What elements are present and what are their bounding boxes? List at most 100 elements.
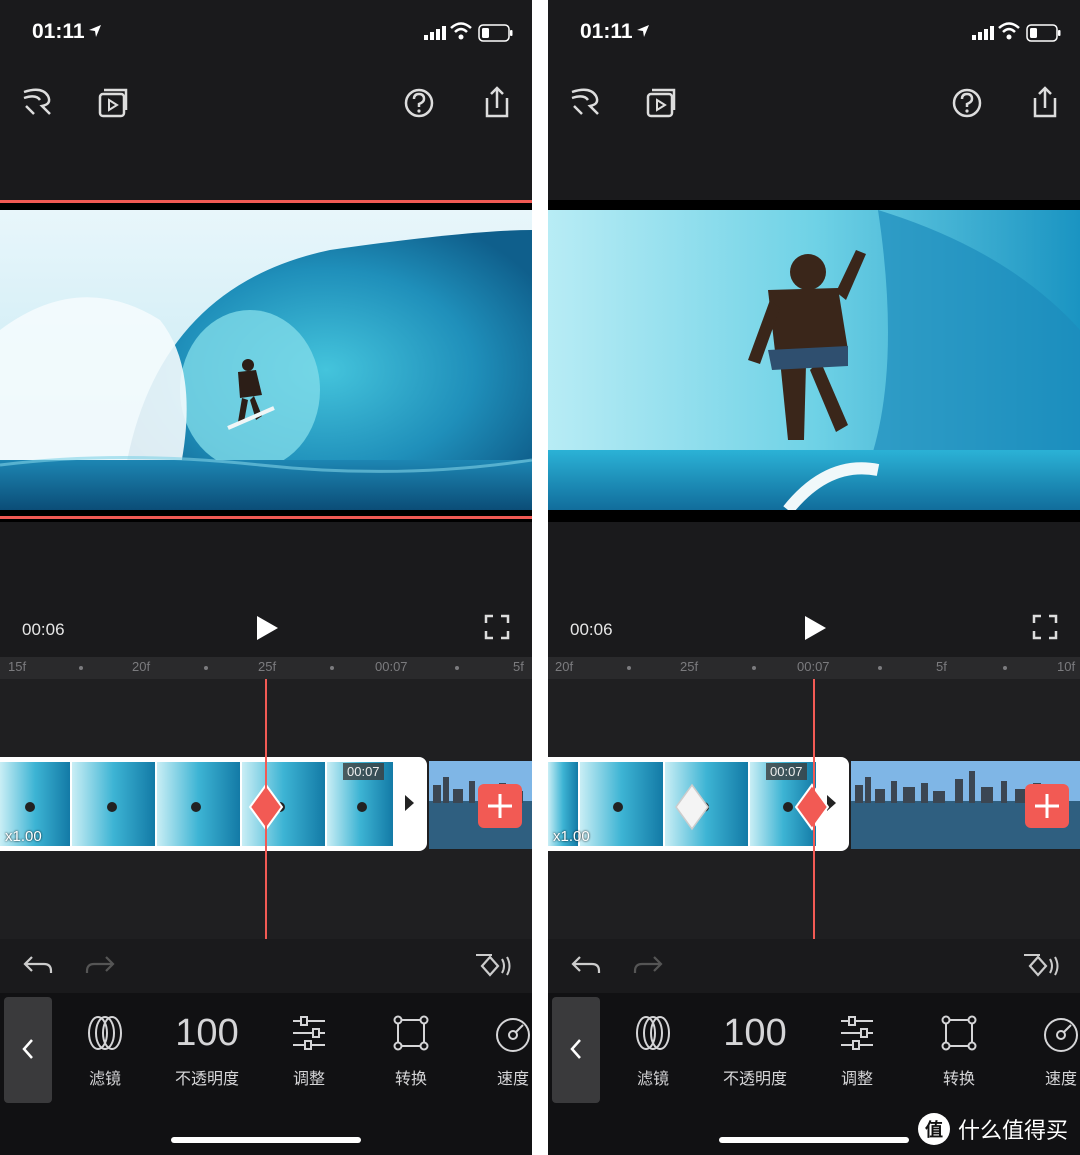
undo-icon[interactable] xyxy=(22,953,54,984)
opacity-value: 100 xyxy=(175,1012,239,1054)
tool-filter[interactable]: 滤镜 xyxy=(60,1007,150,1089)
keyframe-toggle-icon[interactable] xyxy=(1022,951,1062,986)
ruler-label: 20f xyxy=(555,659,574,674)
tool-adjust[interactable]: 调整 xyxy=(264,1007,354,1089)
selected-clip[interactable]: x1.00 00:07 xyxy=(0,757,427,851)
add-clip-button[interactable] xyxy=(1025,784,1069,828)
status-time: 01:11 xyxy=(580,20,633,43)
location-icon xyxy=(88,24,102,43)
clip-time-badge: 00:07 xyxy=(766,763,807,780)
tool-speed[interactable]: 速度 xyxy=(1016,1007,1080,1089)
clip-thumbnails xyxy=(0,762,393,846)
tool-opacity[interactable]: 100 不透明度 xyxy=(162,1007,252,1089)
tool-filter[interactable]: 滤镜 xyxy=(608,1007,698,1089)
add-clip-button[interactable] xyxy=(478,784,522,828)
video-preview[interactable] xyxy=(548,200,1080,522)
tool-label: 转换 xyxy=(942,1071,975,1088)
top-toolbar xyxy=(548,64,1080,204)
location-icon xyxy=(636,24,650,43)
ruler-dot xyxy=(1003,666,1007,670)
timeline-track[interactable]: x1.00 00:07 xyxy=(548,679,1080,939)
clip-end-arrow-icon[interactable] xyxy=(405,795,414,811)
ruler-label: 00:07 xyxy=(375,659,408,674)
status-bar: 01:11 xyxy=(548,0,1080,64)
tool-label: 转换 xyxy=(394,1071,427,1088)
tool-adjust[interactable]: 调整 xyxy=(812,1007,902,1089)
opacity-value: 100 xyxy=(723,1012,787,1054)
redo-icon[interactable] xyxy=(84,953,116,984)
curve-arrow-icon[interactable] xyxy=(12,76,66,130)
share-icon[interactable] xyxy=(470,76,524,130)
top-toolbar xyxy=(0,64,532,204)
editor-screen-right: 01:11 00:06 20f 25f 00:07 5f 10f x1.00 0… xyxy=(548,0,1080,1155)
surf-video-frame xyxy=(0,210,532,510)
ruler-label: 5f xyxy=(936,659,947,674)
tool-transform[interactable]: 转换 xyxy=(914,1007,1004,1089)
collapse-tools-button[interactable] xyxy=(4,997,52,1103)
tool-label: 不透明度 xyxy=(722,1071,787,1088)
timeline-ruler: 15f 20f 25f 00:07 5f xyxy=(0,657,532,679)
video-preview[interactable] xyxy=(0,200,532,522)
timeline-track[interactable]: x1.00 00:07 xyxy=(0,679,532,939)
clip-speed: x1.00 xyxy=(553,828,590,845)
help-icon[interactable] xyxy=(392,76,446,130)
ruler-label: 25f xyxy=(680,659,699,674)
undo-redo-bar xyxy=(0,939,532,993)
ruler-label: 15f xyxy=(8,659,27,674)
speed-gauge-icon xyxy=(468,1007,532,1059)
video-library-icon[interactable] xyxy=(634,76,688,130)
ruler-label: 25f xyxy=(258,659,277,674)
share-icon[interactable] xyxy=(1018,76,1072,130)
play-icon[interactable] xyxy=(802,614,828,647)
fullscreen-icon[interactable] xyxy=(484,614,510,645)
tool-transform[interactable]: 转换 xyxy=(366,1007,456,1089)
ruler-dot xyxy=(752,666,756,670)
ruler-dot xyxy=(330,666,334,670)
playhead[interactable] xyxy=(813,679,815,939)
transform-icon xyxy=(914,1007,1004,1059)
ruler-label: 20f xyxy=(132,659,151,674)
timeline-ruler: 20f 25f 00:07 5f 10f xyxy=(548,657,1080,679)
keyframe-diamond-active-icon[interactable] xyxy=(794,783,830,836)
help-icon[interactable] xyxy=(940,76,994,130)
surf-video-frame-zoomed xyxy=(548,210,1080,510)
filter-icon xyxy=(60,1007,150,1059)
tool-label: 调整 xyxy=(292,1071,325,1088)
curve-arrow-icon[interactable] xyxy=(560,76,614,130)
undo-icon[interactable] xyxy=(570,953,602,984)
tool-bar: 滤镜 100 不透明度 调整 转换 速度 值 什么值得买 xyxy=(548,993,1080,1155)
status-time: 01:11 xyxy=(32,20,85,43)
watermark: 值 什么值得买 xyxy=(917,1113,1068,1145)
transform-icon xyxy=(366,1007,456,1059)
ruler-dot xyxy=(455,666,459,670)
video-library-icon[interactable] xyxy=(86,76,140,130)
tool-label: 速度 xyxy=(1044,1071,1077,1088)
tool-label: 调整 xyxy=(840,1071,873,1088)
playback-bar: 00:06 xyxy=(548,522,1080,657)
play-icon[interactable] xyxy=(254,614,280,647)
tool-label: 不透明度 xyxy=(174,1071,239,1088)
playback-time: 00:06 xyxy=(570,620,613,639)
battery-icon xyxy=(1026,24,1062,47)
tool-bar: 滤镜 100 不透明度 调整 转换 速度 xyxy=(0,993,532,1155)
collapse-tools-button[interactable] xyxy=(552,997,600,1103)
undo-redo-bar xyxy=(548,939,1080,993)
tool-opacity[interactable]: 100 不透明度 xyxy=(710,1007,800,1089)
signal-icon xyxy=(424,26,448,45)
keyframe-diamond-icon[interactable] xyxy=(674,783,710,836)
fullscreen-icon[interactable] xyxy=(1032,614,1058,645)
playback-bar: 00:06 xyxy=(0,522,532,657)
tool-label: 滤镜 xyxy=(88,1071,121,1088)
filter-icon xyxy=(608,1007,698,1059)
ruler-dot xyxy=(878,666,882,670)
playback-time: 00:06 xyxy=(22,620,65,639)
ruler-dot xyxy=(627,666,631,670)
keyframe-toggle-icon[interactable] xyxy=(474,951,514,986)
playhead[interactable] xyxy=(265,679,267,939)
home-indicator xyxy=(171,1137,361,1143)
frame-top-line xyxy=(0,200,532,203)
home-indicator xyxy=(719,1137,909,1143)
tool-label: 滤镜 xyxy=(636,1071,669,1088)
redo-icon[interactable] xyxy=(632,953,664,984)
tool-speed[interactable]: 速度 xyxy=(468,1007,532,1089)
